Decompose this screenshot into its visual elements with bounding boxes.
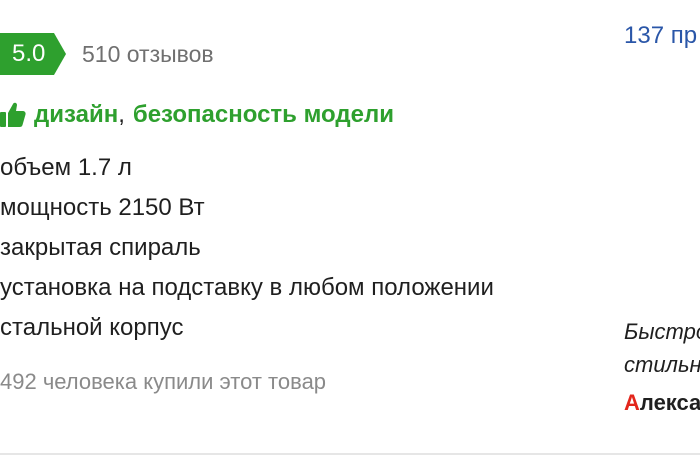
- thumbs-up-icon: [0, 101, 26, 129]
- author-initial: А: [624, 390, 640, 415]
- reviews-count-link[interactable]: 510 отзывов: [82, 41, 214, 68]
- offers-count-link[interactable]: 137 пр: [624, 22, 697, 50]
- bought-count-text: 492 человека купили этот товар: [0, 369, 327, 394]
- rating-badge[interactable]: 5.0: [0, 33, 66, 75]
- right-column: 137 пр Быстро стильн Алекса: [622, 0, 700, 466]
- review-quote-line-1: Быстро: [624, 319, 700, 344]
- review-quote-line-2: стильн: [624, 352, 700, 377]
- spec-stand-mount: установка на подставку в любом положении: [0, 274, 494, 301]
- review-quote: Быстро стильн: [624, 315, 700, 381]
- bottom-divider: [0, 453, 700, 455]
- product-card: 5.0 510 отзывов дизайн , безопасность мо…: [0, 0, 700, 466]
- spec-volume: объем 1.7 л: [0, 154, 132, 181]
- spec-power: мощность 2150 Вт: [0, 194, 205, 221]
- pros-row: дизайн , безопасность модели: [0, 97, 394, 133]
- rating-row: 5.0 510 отзывов: [0, 33, 214, 75]
- author-name-rest: лекса: [639, 390, 700, 415]
- rating-value: 5.0: [12, 40, 46, 67]
- review-author[interactable]: Алекса: [624, 390, 700, 416]
- spec-body-material: стальной корпус: [0, 314, 184, 341]
- pro-item-safety: безопасность модели: [132, 101, 394, 128]
- spec-list: объем 1.7 л мощность 2150 Вт закрытая сп…: [0, 148, 494, 348]
- pro-separator: ,: [118, 101, 125, 128]
- pro-item-design: дизайн: [34, 101, 119, 128]
- spec-heating-element: закрытая спираль: [0, 234, 201, 261]
